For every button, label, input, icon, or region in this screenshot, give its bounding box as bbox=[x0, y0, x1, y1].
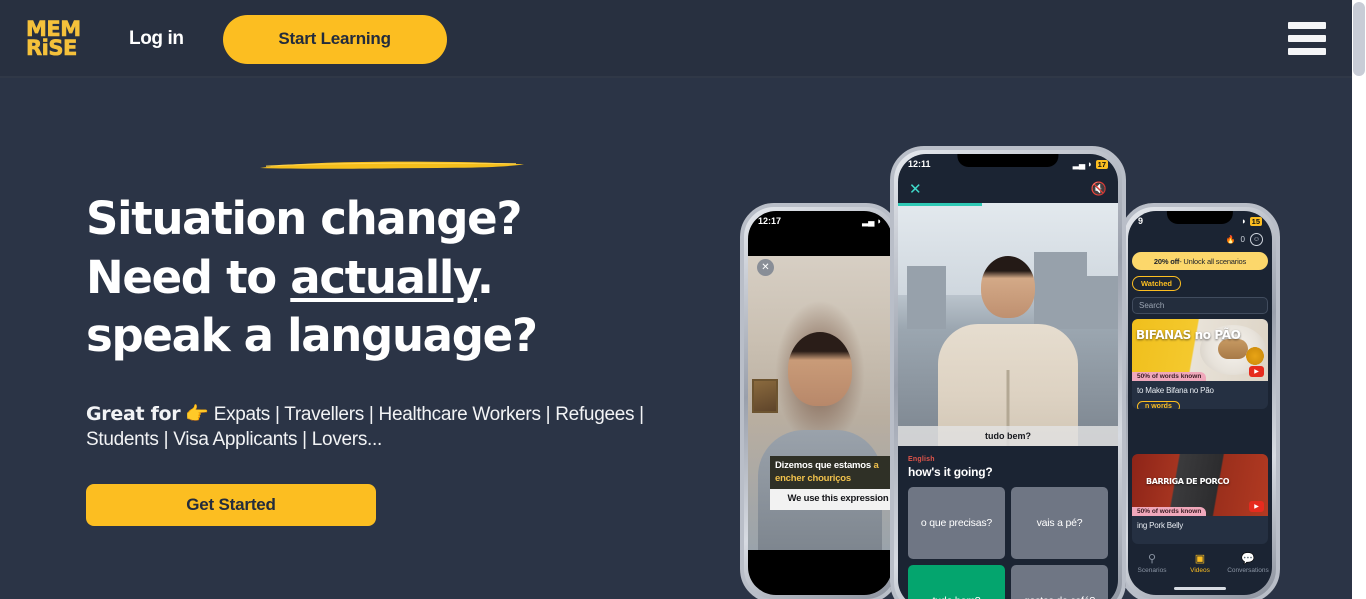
video-thumbnail: BARRIGA DE PORCO 50% of words known ▶ bbox=[1132, 454, 1268, 516]
wifi-icon: ◗ bbox=[876, 216, 882, 226]
answer-option[interactable]: gostas de café? bbox=[1011, 565, 1108, 599]
nav-label: Scenarios bbox=[1137, 567, 1167, 574]
logo-line-2: RiSE bbox=[26, 36, 78, 60]
phone-mockups-group: 12:17 ▂▄ ◗ ✕ Dizemos que estamos a enche… bbox=[0, 0, 1366, 599]
close-icon[interactable]: ✕ bbox=[909, 180, 922, 198]
question-panel: English how's it going? o que precisas? … bbox=[898, 450, 1118, 599]
status-bar-left: 12:17 ▂▄ ◗ bbox=[748, 211, 892, 231]
lesson-progress-bar bbox=[898, 203, 982, 206]
hamburger-menu-icon[interactable] bbox=[1288, 22, 1326, 55]
flame-icon: 🔥 bbox=[1225, 235, 1236, 244]
video-subtitle-left: Dizemos que estamos a encher chouriços W… bbox=[770, 456, 892, 511]
burger-bar-2 bbox=[1288, 35, 1326, 42]
prompt-text: how's it going? bbox=[908, 465, 993, 479]
youtube-icon: ▶ bbox=[1249, 366, 1264, 377]
answer-option[interactable]: vais a pé? bbox=[1011, 487, 1108, 559]
lesson-toolbar: ✕ 🔇 bbox=[898, 176, 1118, 201]
words-known-badge: 50% of words known bbox=[1132, 507, 1207, 516]
wifi-icon: ◗ bbox=[1087, 159, 1093, 169]
home-indicator bbox=[1174, 587, 1226, 590]
phone-mockup-center: 12:11 ▂▄ ◗ 17 ✕ 🔇 tudo bem? English how'… bbox=[890, 146, 1126, 599]
video-thumbnail: BIFANAS no PÃO 50% of words known ▶ bbox=[1132, 319, 1268, 381]
sauce-bowl-shape bbox=[1246, 347, 1264, 365]
search-input[interactable]: Search bbox=[1132, 297, 1268, 314]
video-card[interactable]: BIFANAS no PÃO 50% of words known ▶ to M… bbox=[1132, 319, 1268, 409]
memrise-logo[interactable]: MEM RiSE bbox=[26, 18, 82, 60]
answer-options-grid: o que precisas? vais a pé? tudo bem? gos… bbox=[908, 487, 1108, 599]
phone-mockup-left: 12:17 ▂▄ ◗ ✕ Dizemos que estamos a enche… bbox=[740, 203, 900, 599]
youtube-icon: ▶ bbox=[1249, 501, 1264, 512]
promo-discount: 20% off bbox=[1153, 256, 1180, 266]
nav-item-scenarios[interactable]: ⚲ Scenarios bbox=[1128, 552, 1176, 574]
status-time: 12:11 bbox=[908, 159, 931, 169]
nav-label: Videos bbox=[1190, 567, 1210, 574]
videos-icon: ▣ bbox=[1194, 553, 1206, 565]
filter-pill-watched[interactable]: Watched bbox=[1132, 276, 1181, 291]
avatar-icon[interactable]: ☺ bbox=[1250, 233, 1263, 246]
prompt-language-label: English bbox=[908, 456, 935, 463]
promo-text: - Unlock all scenarios bbox=[1179, 256, 1247, 266]
subtitle-translation: We use this expression bbox=[770, 489, 892, 511]
building-shape bbox=[906, 266, 947, 330]
battery-indicator: 15 bbox=[1249, 216, 1262, 226]
building-shape bbox=[1034, 251, 1088, 330]
promo-banner[interactable]: 20% off - Unlock all scenarios bbox=[1132, 252, 1268, 270]
scrollbar-thumb[interactable] bbox=[1353, 2, 1365, 76]
answer-option-correct[interactable]: tudo bem? bbox=[908, 565, 1005, 599]
video-player-center[interactable]: tudo bem? bbox=[898, 203, 1118, 446]
thumbnail-title: BIFANAS no PÃO bbox=[1136, 328, 1241, 342]
status-indicators: ◗ 15 bbox=[1241, 216, 1262, 226]
food-item-shape bbox=[1218, 339, 1248, 359]
burger-bar-3 bbox=[1288, 48, 1326, 55]
status-bar-center: 12:11 ▂▄ ◗ 17 bbox=[898, 154, 1118, 174]
status-time: 9 bbox=[1138, 216, 1144, 226]
signal-icon: ▂▄ bbox=[1072, 158, 1085, 169]
words-known-badge: 50% of words known bbox=[1132, 372, 1207, 381]
streak-count: 0 bbox=[1240, 235, 1245, 244]
phone-screen-left: 12:17 ▂▄ ◗ ✕ Dizemos que estamos a enche… bbox=[748, 211, 892, 595]
scenarios-icon: ⚲ bbox=[1147, 553, 1157, 565]
status-indicators: ▂▄ ◗ bbox=[862, 216, 882, 227]
person-head bbox=[788, 332, 852, 407]
close-icon[interactable]: ✕ bbox=[757, 259, 774, 276]
wall-picture-decoration bbox=[752, 379, 778, 414]
app-header-right: 🔥 0 ☺ bbox=[1226, 233, 1263, 246]
person-head bbox=[981, 256, 1035, 319]
subtitle-native-pre: Dizemos que estamos bbox=[775, 460, 871, 471]
video-card-title: to Make Bifana no Pão bbox=[1137, 386, 1214, 395]
wifi-icon: ◗ bbox=[1241, 216, 1247, 226]
nav-label: Conversations bbox=[1227, 567, 1269, 574]
phone-screen-right: 9 ◗ 15 🔥 0 ☺ 20% off - Unlock all scenar… bbox=[1128, 211, 1272, 595]
nav-item-conversations[interactable]: 💬 Conversations bbox=[1224, 552, 1272, 574]
phone-mockup-right: 9 ◗ 15 🔥 0 ☺ 20% off - Unlock all scenar… bbox=[1120, 203, 1280, 599]
building-shape bbox=[1087, 275, 1118, 330]
thumbnail-title: BARRIGA DE PORCO bbox=[1146, 477, 1230, 486]
learn-words-badge[interactable]: n words bbox=[1137, 401, 1180, 409]
status-indicators: ▂▄ ◗ 17 bbox=[1073, 159, 1108, 170]
signal-icon: ▂▄ bbox=[862, 215, 874, 226]
video-caption: tudo bem? bbox=[898, 426, 1118, 446]
video-card-title: ing Pork Belly bbox=[1137, 521, 1184, 530]
site-header: MEM RiSE Log in Start Learning bbox=[0, 0, 1352, 78]
phone-screen-center: 12:11 ▂▄ ◗ 17 ✕ 🔇 tudo bem? English how'… bbox=[898, 154, 1118, 599]
video-card[interactable]: BARRIGA DE PORCO 50% of words known ▶ in… bbox=[1132, 454, 1268, 544]
nav-item-videos[interactable]: ▣ Videos bbox=[1176, 552, 1224, 574]
battery-indicator: 17 bbox=[1095, 159, 1108, 169]
burger-bar-1 bbox=[1288, 22, 1326, 29]
answer-option[interactable]: o que precisas? bbox=[908, 487, 1005, 559]
page-scrollbar[interactable] bbox=[1352, 0, 1366, 599]
speaker-mute-icon[interactable]: 🔇 bbox=[1091, 181, 1107, 197]
status-bar-right: 9 ◗ 15 bbox=[1128, 211, 1272, 231]
subtitle-native: Dizemos que estamos a encher chouriços bbox=[770, 456, 892, 490]
start-learning-button[interactable]: Start Learning bbox=[222, 14, 447, 64]
login-link[interactable]: Log in bbox=[129, 28, 184, 50]
status-time: 12:17 bbox=[758, 216, 782, 226]
bottom-navigation: ⚲ Scenarios ▣ Videos 💬 Conversations bbox=[1128, 545, 1272, 581]
conversations-icon: 💬 bbox=[1241, 553, 1255, 565]
